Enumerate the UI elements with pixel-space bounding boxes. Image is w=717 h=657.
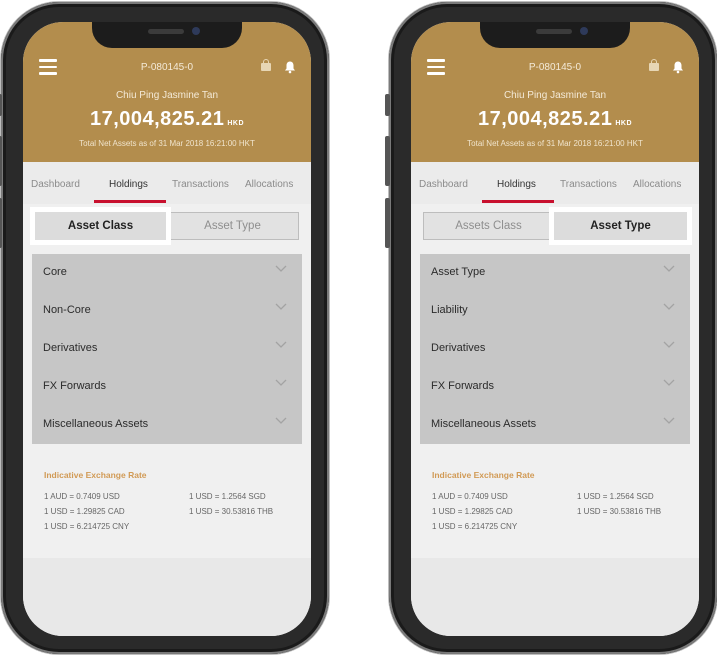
chevron-down-icon: [663, 303, 675, 310]
exchange-rate-item: 1 USD = 30.53816 THB: [189, 507, 274, 516]
list-item-core[interactable]: Core: [32, 254, 302, 292]
list-item-miscellaneous-assets[interactable]: Miscellaneous Assets: [420, 406, 690, 444]
list-item-derivatives[interactable]: Derivatives: [420, 330, 690, 368]
exchange-rate-item: 1 USD = 6.214725 CNY: [44, 522, 130, 531]
list-item-label: Core: [43, 266, 67, 278]
exchange-rate-title: Indicative Exchange Rate: [432, 470, 535, 480]
empty-footer-area: [23, 558, 311, 636]
asset-type-toggle[interactable]: Asset Type: [554, 212, 687, 240]
asset-class-toggle[interactable]: Assets Class: [423, 212, 554, 240]
volume-up-button: [0, 136, 2, 186]
exchange-rate-title: Indicative Exchange Rate: [44, 470, 147, 480]
volume-down-button: [0, 198, 2, 248]
asset-class-toggle[interactable]: Asset Class: [35, 212, 166, 240]
chevron-down-icon: [663, 265, 675, 272]
exchange-rate-item: 1 USD = 1.29825 CAD: [432, 507, 513, 516]
chevron-down-icon: [663, 417, 675, 424]
tab-holdings[interactable]: Holdings: [109, 179, 148, 190]
volume-up-button: [385, 136, 390, 186]
tab-bar: Dashboard Holdings Transactions Allocati…: [23, 162, 311, 204]
list-item-label: Miscellaneous Assets: [43, 418, 149, 430]
net-assets-value: 17,004,825.21: [477, 108, 613, 130]
chevron-down-icon: [663, 379, 675, 386]
list-item-label: Derivatives: [43, 342, 98, 354]
bell-icon[interactable]: [283, 60, 297, 74]
list-item-label: Asset Type: [431, 266, 486, 278]
currency-code: HKD: [615, 120, 633, 127]
list-item-derivatives[interactable]: Derivatives: [32, 330, 302, 368]
total-net-assets: 17,004,825.21 HKD: [23, 108, 311, 131]
list-item-fx-forwards[interactable]: FX Forwards: [32, 368, 302, 406]
tab-dashboard[interactable]: Dashboard: [31, 179, 80, 190]
exchange-rate-item: 1 USD = 1.29825 CAD: [44, 507, 125, 516]
phone-screen: P-080145-0 Chiu Ping Jasmine Tan 17,004,…: [23, 22, 311, 636]
tab-allocations[interactable]: Allocations: [633, 179, 681, 190]
exchange-rate-item: 1 USD = 1.2564 SGD: [577, 492, 654, 501]
holdings-list: Asset Type Liability Derivatives FX Forw…: [420, 254, 690, 444]
list-item-label: Liability: [431, 304, 468, 316]
tab-dashboard[interactable]: Dashboard: [419, 179, 468, 190]
list-item-label: FX Forwards: [43, 380, 106, 392]
exchange-rate-item: 1 USD = 30.53816 THB: [577, 507, 662, 516]
list-item-miscellaneous-assets[interactable]: Miscellaneous Assets: [32, 406, 302, 444]
as-of-timestamp: Total Net Assets as of 31 Mar 2018 16:21…: [79, 139, 255, 148]
lock-icon[interactable]: [261, 59, 271, 71]
mute-switch: [385, 94, 390, 116]
exchange-rate-item: 1 USD = 6.214725 CNY: [432, 522, 518, 531]
exchange-rate-item: 1 AUD = 0.7409 USD: [432, 492, 508, 501]
lock-icon[interactable]: [649, 59, 659, 71]
chevron-down-icon: [275, 265, 287, 272]
net-assets-value: 17,004,825.21: [89, 108, 225, 130]
phone-mockup-asset-class: P-080145-0 Chiu Ping Jasmine Tan 17,004,…: [0, 2, 329, 654]
list-item-non-core[interactable]: Non-Core: [32, 292, 302, 330]
list-item-label: Non-Core: [43, 304, 91, 316]
phone-notch: [92, 22, 242, 48]
client-name: Chiu Ping Jasmine Tan: [503, 90, 607, 101]
asset-type-toggle[interactable]: Asset Type: [166, 212, 299, 240]
exchange-rate-item: 1 AUD = 0.7409 USD: [44, 492, 120, 501]
bell-icon[interactable]: [671, 60, 685, 74]
list-item-label: Miscellaneous Assets: [431, 418, 537, 430]
exchange-rate-panel: Indicative Exchange Rate 1 AUD = 0.7409 …: [44, 470, 294, 531]
tab-bar: Dashboard Holdings Transactions Allocati…: [411, 162, 699, 204]
volume-down-button: [385, 198, 390, 248]
list-item-liability[interactable]: Liability: [420, 292, 690, 330]
chevron-down-icon: [275, 341, 287, 348]
tab-holdings[interactable]: Holdings: [497, 179, 536, 190]
list-item-label: FX Forwards: [431, 380, 494, 392]
tab-transactions[interactable]: Transactions: [560, 179, 617, 190]
tab-allocations[interactable]: Allocations: [245, 179, 293, 190]
total-net-assets: 17,004,825.21 HKD: [411, 108, 699, 131]
empty-footer-area: [411, 558, 699, 636]
list-item-fx-forwards[interactable]: FX Forwards: [420, 368, 690, 406]
client-name: Chiu Ping Jasmine Tan: [115, 90, 219, 101]
exchange-rate-item: 1 USD = 1.2564 SGD: [189, 492, 266, 501]
phone-screen: P-080145-0 Chiu Ping Jasmine Tan 17,004,…: [411, 22, 699, 636]
active-tab-underline: [482, 200, 554, 203]
phone-notch: [480, 22, 630, 48]
chevron-down-icon: [275, 417, 287, 424]
currency-code: HKD: [227, 120, 245, 127]
list-item-asset-type[interactable]: Asset Type: [420, 254, 690, 292]
list-item-label: Derivatives: [431, 342, 486, 354]
exchange-rate-panel: Indicative Exchange Rate 1 AUD = 0.7409 …: [432, 470, 682, 531]
holdings-list: Core Non-Core Derivatives FX Forwards Mi…: [32, 254, 302, 444]
phone-mockup-asset-type: P-080145-0 Chiu Ping Jasmine Tan 17,004,…: [385, 2, 717, 654]
chevron-down-icon: [275, 379, 287, 386]
active-tab-underline: [94, 200, 166, 203]
as-of-timestamp: Total Net Assets as of 31 Mar 2018 16:21…: [467, 139, 643, 148]
tab-transactions[interactable]: Transactions: [172, 179, 229, 190]
mute-switch: [0, 94, 2, 116]
chevron-down-icon: [663, 341, 675, 348]
chevron-down-icon: [275, 303, 287, 310]
